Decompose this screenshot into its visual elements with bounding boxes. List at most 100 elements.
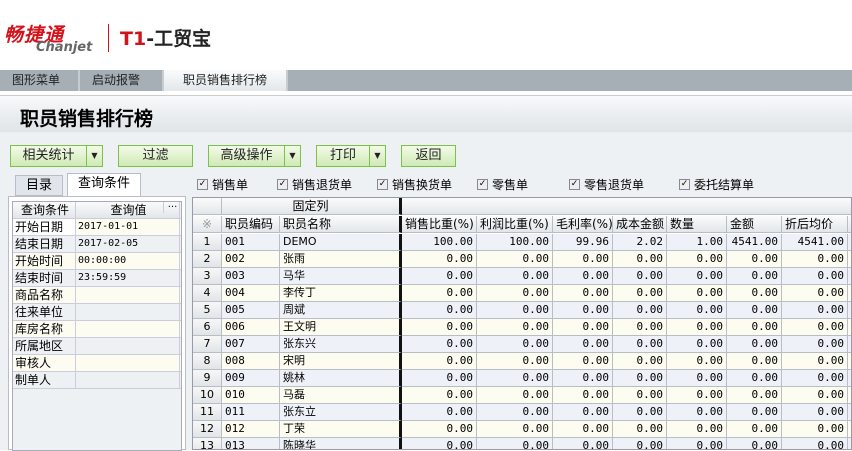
table-cell: 0.00 xyxy=(667,404,727,421)
column-header[interactable]: 毛利率(%) xyxy=(553,216,613,233)
table-cell: 100.00 xyxy=(402,234,477,251)
table-row[interactable]: 6 006 王文明 0.00 0.00 0.00 0.00 0.00 0.00 0.00 xyxy=(193,319,851,336)
table-cell: 张东立 xyxy=(280,404,402,421)
row-number: 1 xyxy=(193,234,222,251)
checkbox-icon[interactable]: ✓ xyxy=(477,179,488,190)
query-condition-label: 商品名称 xyxy=(13,287,76,303)
query-value-input[interactable] xyxy=(76,304,180,320)
column-header[interactable]: 职员编码 xyxy=(222,216,280,233)
column-header[interactable]: 折 xyxy=(848,216,851,233)
checkbox-icon[interactable]: ✓ xyxy=(377,179,388,190)
tab-query-conditions[interactable]: 查询条件 xyxy=(67,173,142,196)
product-prefix: T1 xyxy=(120,28,147,50)
column-header[interactable]: 利润比重(%) xyxy=(477,216,553,233)
table-cell: 0.00 xyxy=(782,336,848,353)
table-cell: 99.96 xyxy=(553,234,613,251)
chevron-down-icon[interactable]: ▼ xyxy=(284,146,300,166)
group-header-row: 固定列 xyxy=(193,198,851,215)
table-cell: 0.00 xyxy=(477,353,553,370)
tab-startup-alert[interactable]: 启动报警 xyxy=(80,70,164,91)
table-row[interactable]: 3 003 马华 0.00 0.00 0.00 0.00 0.00 0.00 0.00 xyxy=(193,268,851,285)
column-header[interactable]: 金额 xyxy=(727,216,782,233)
filter-label: 销售换货单 xyxy=(392,178,453,192)
query-value-input[interactable] xyxy=(76,355,180,371)
tab-graphic-menu[interactable]: 图形菜单 xyxy=(0,70,80,91)
table-row[interactable]: 4 004 李传丁 0.00 0.00 0.00 0.00 0.00 0.00 0.00 xyxy=(193,285,851,302)
table-cell: 008 xyxy=(222,353,280,370)
filter-checkbox[interactable]: ✓ 销售退货单 xyxy=(277,176,352,193)
table-cell: 0.00 xyxy=(727,370,782,387)
ellipsis-button[interactable]: ··· xyxy=(163,202,181,213)
checkbox-icon[interactable]: ✓ xyxy=(197,179,208,190)
table-cell: 0.00 xyxy=(782,285,848,302)
filter-checkbox[interactable]: ✓ 零售退货单 xyxy=(569,176,644,193)
row-number: 13 xyxy=(193,438,222,449)
table-cell xyxy=(848,302,851,319)
table-cell: 011 xyxy=(222,404,280,421)
table-cell: 0.00 xyxy=(402,336,477,353)
column-header[interactable]: 数量 xyxy=(667,216,727,233)
select-all-corner[interactable]: ※ xyxy=(193,216,222,233)
query-value-input[interactable]: 00:00:00 xyxy=(76,253,180,269)
table-row[interactable]: 10 010 马磊 0.00 0.00 0.00 0.00 0.00 0.00 0.00 xyxy=(193,387,851,404)
tab-catalog[interactable]: 目录 xyxy=(15,175,64,196)
filter-checkbox[interactable]: ✓ 销售单 xyxy=(197,176,248,193)
table-cell: 0.00 xyxy=(553,438,613,449)
row-number: 4 xyxy=(193,285,222,302)
tab-staff-sales-ranking[interactable]: 职员销售排行榜 xyxy=(164,70,288,91)
query-value-input[interactable]: 2017-02-05 xyxy=(76,236,180,252)
filter-button[interactable]: 过滤 xyxy=(118,145,193,167)
table-cell: 丁荣 xyxy=(280,421,402,438)
table-cell: 0.00 xyxy=(667,251,727,268)
related-stats-button[interactable]: 相关统计 ▼ xyxy=(10,145,103,167)
table-row[interactable]: 11 011 张东立 0.00 0.00 0.00 0.00 0.00 0.00 0.00 xyxy=(193,404,851,421)
table-cell: 马华 xyxy=(280,268,402,285)
table-cell: 0.00 xyxy=(613,336,667,353)
table-row[interactable]: 2 002 张雨 0.00 0.00 0.00 0.00 0.00 0.00 0.00 xyxy=(193,251,851,268)
query-value-input[interactable]: 2017-01-01 xyxy=(76,219,180,235)
filter-checkbox[interactable]: ✓ 零售单 xyxy=(477,176,528,193)
table-row[interactable]: 12 012 丁荣 0.00 0.00 0.00 0.00 0.00 0.00 0.00 xyxy=(193,421,851,438)
checkbox-icon[interactable]: ✓ xyxy=(569,179,580,190)
print-button[interactable]: 打印 ▼ xyxy=(316,145,386,167)
filter-checkbox[interactable]: ✓ 委托结算单 xyxy=(679,176,754,193)
table-row[interactable]: 1 001 DEMO 100.00 100.00 99.96 2.02 1.00 4541.00… xyxy=(193,234,851,251)
table-row[interactable]: 8 008 宋明 0.00 0.00 0.00 0.00 0.00 0.00 0.00 xyxy=(193,353,851,370)
chevron-down-icon[interactable]: ▼ xyxy=(369,146,385,166)
table-cell xyxy=(848,387,851,404)
table-cell: 0.00 xyxy=(402,370,477,387)
column-header[interactable]: 成本金额 xyxy=(613,216,667,233)
table-cell: 0.00 xyxy=(553,404,613,421)
filter-label: 零售单 xyxy=(492,178,529,192)
table-cell: 李传丁 xyxy=(280,285,402,302)
checkbox-icon[interactable]: ✓ xyxy=(679,179,690,190)
table-cell: 0.00 xyxy=(727,438,782,449)
chevron-down-icon[interactable]: ▼ xyxy=(86,146,102,166)
column-header[interactable]: 职员名称 xyxy=(280,216,402,233)
query-value-input[interactable] xyxy=(76,372,180,388)
table-cell: 0.00 xyxy=(782,353,848,370)
checkbox-icon[interactable]: ✓ xyxy=(277,179,288,190)
query-grid: 查询条件 查询值 开始日期 2017-01-01 ··· 结束日期 2017-02-05 开… xyxy=(12,201,182,451)
table-cell: 007 xyxy=(222,336,280,353)
table-cell: 张雨 xyxy=(280,251,402,268)
query-value-input[interactable] xyxy=(76,287,180,303)
advanced-button[interactable]: 高级操作 ▼ xyxy=(208,145,301,167)
column-header[interactable]: 折后均价 xyxy=(782,216,848,233)
table-cell: 2.02 xyxy=(613,234,667,251)
table-cell: 0.00 xyxy=(727,421,782,438)
column-header[interactable]: 销售比重(%) xyxy=(402,216,477,233)
table-cell: 001 xyxy=(222,234,280,251)
query-value-input[interactable]: 23:59:59 xyxy=(76,270,180,286)
print-label: 打印 xyxy=(329,148,356,163)
filter-checkbox[interactable]: ✓ 销售换货单 xyxy=(377,176,452,193)
table-row[interactable]: 9 009 姚林 0.00 0.00 0.00 0.00 0.00 0.00 0.00 xyxy=(193,370,851,387)
query-value-input[interactable] xyxy=(76,338,180,354)
table-cell: 0.00 xyxy=(553,302,613,319)
table-row[interactable]: 5 005 周斌 0.00 0.00 0.00 0.00 0.00 0.00 0.00 xyxy=(193,302,851,319)
table-row[interactable]: 13 013 陈晓华 0.00 0.00 0.00 0.00 0.00 0.00 0.00 xyxy=(193,438,851,449)
table-row[interactable]: 7 007 张东兴 0.00 0.00 0.00 0.00 0.00 0.00 0.00 xyxy=(193,336,851,353)
back-button[interactable]: 返回 xyxy=(401,145,456,167)
query-value-input[interactable] xyxy=(76,321,180,337)
table-cell: 0.00 xyxy=(613,387,667,404)
